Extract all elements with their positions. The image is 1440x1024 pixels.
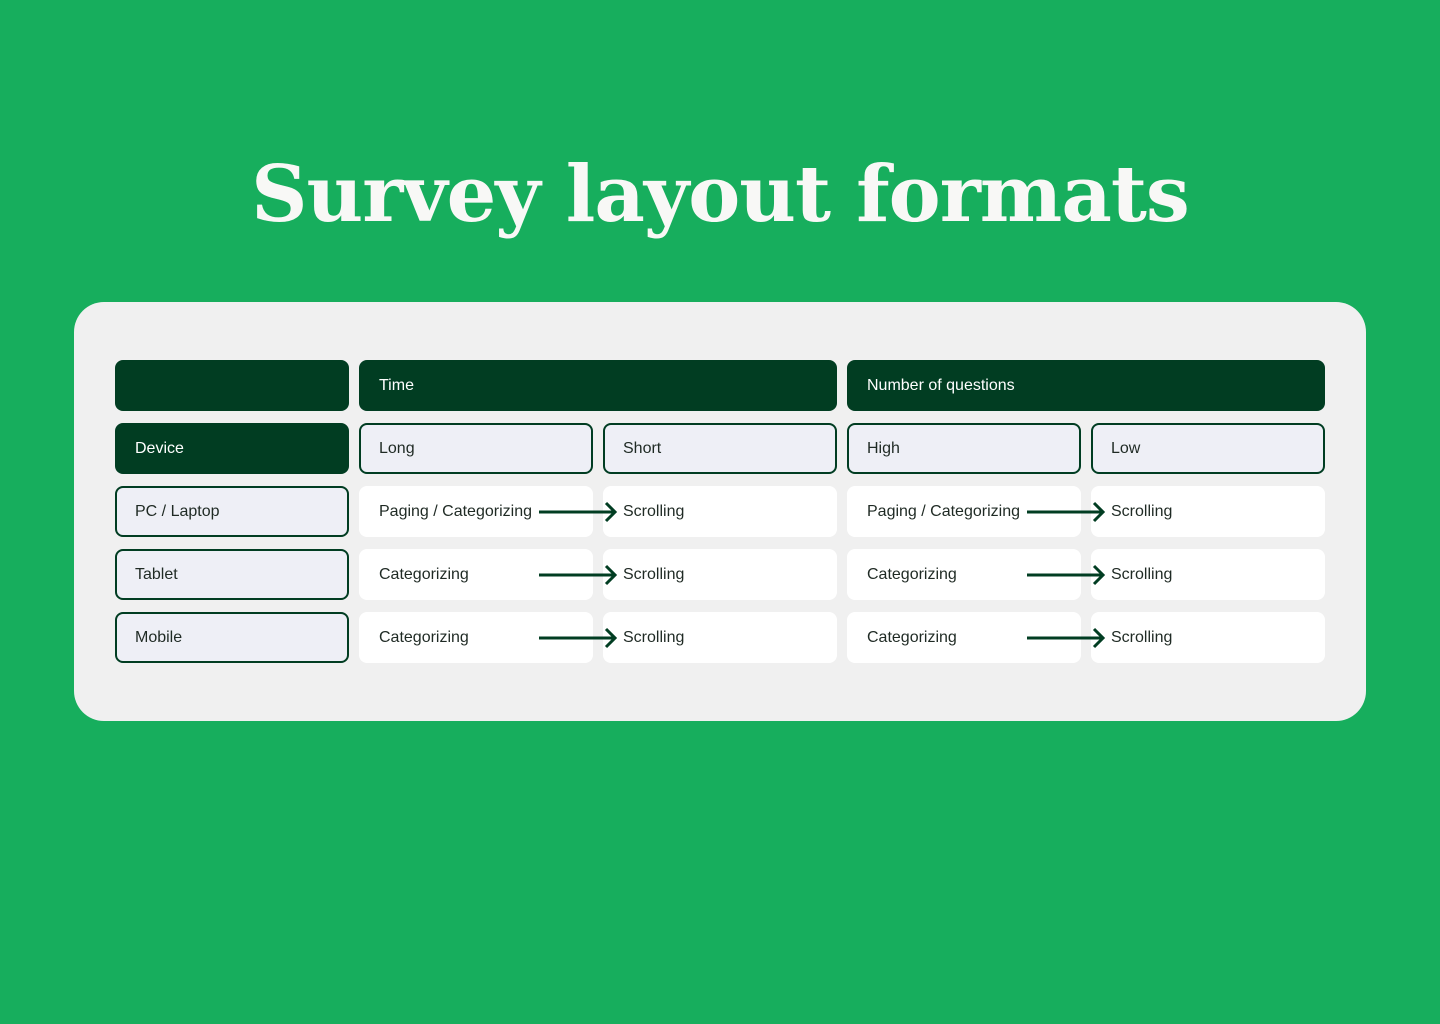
arrow-right-icon bbox=[1027, 564, 1106, 586]
subheader-short: Short bbox=[603, 423, 837, 474]
page-title: Survey layout formats bbox=[251, 149, 1190, 240]
arrow-right-icon bbox=[1027, 627, 1106, 649]
subheader-high: High bbox=[847, 423, 1081, 474]
subheader-long: Long bbox=[359, 423, 593, 474]
time-short-cell: Scrolling bbox=[603, 549, 837, 600]
device-cell-tablet: Tablet bbox=[115, 549, 349, 600]
questions-low-cell: Scrolling bbox=[1091, 549, 1325, 600]
questions-low-cell: Scrolling bbox=[1091, 612, 1325, 663]
arrow-right-icon bbox=[539, 501, 618, 523]
table-card: Time Number of questions Device Long Sho… bbox=[74, 302, 1366, 721]
arrow-right-icon bbox=[539, 627, 618, 649]
questions-low-cell: Scrolling bbox=[1091, 486, 1325, 537]
arrow-right-icon bbox=[539, 564, 618, 586]
group-header-number-of-questions: Number of questions bbox=[847, 360, 1325, 411]
arrow-right-icon bbox=[1027, 501, 1106, 523]
subheader-low: Low bbox=[1091, 423, 1325, 474]
device-cell-mobile: Mobile bbox=[115, 612, 349, 663]
time-short-cell: Scrolling bbox=[603, 486, 837, 537]
group-header-time: Time bbox=[359, 360, 837, 411]
device-cell-pc-laptop: PC / Laptop bbox=[115, 486, 349, 537]
row-header-device: Device bbox=[115, 423, 349, 474]
corner-header-cell bbox=[115, 360, 349, 411]
time-short-cell: Scrolling bbox=[603, 612, 837, 663]
